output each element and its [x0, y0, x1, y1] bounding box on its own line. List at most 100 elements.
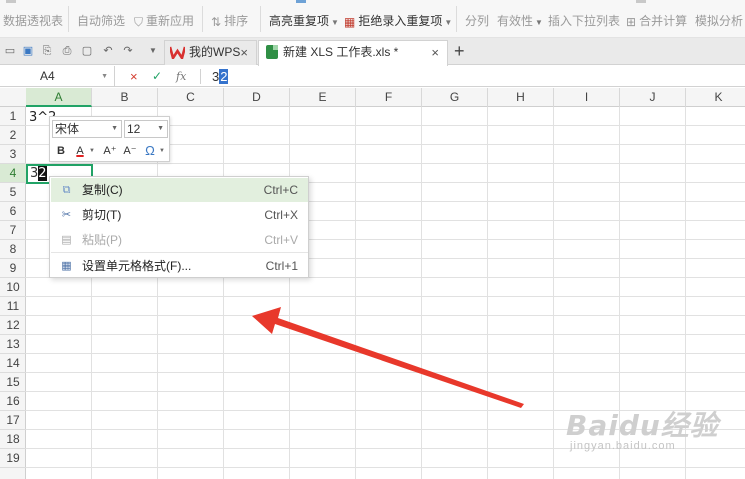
cancel-edit-icon[interactable]: × — [130, 68, 138, 85]
highlight-duplicates-button[interactable]: 高亮重复项 ▼ — [269, 12, 339, 30]
menu-item-format-cells[interactable]: ▦ 设置单元格格式(F)... Ctrl+1 — [51, 254, 308, 278]
row-header-19[interactable]: 19 — [0, 449, 26, 468]
save-icon[interactable]: ▣ — [22, 45, 34, 57]
reapply-icon: ⛉ — [134, 14, 144, 29]
ribbon-divider — [260, 6, 261, 32]
row-header-7[interactable]: 7 — [0, 221, 26, 240]
grid-row-line — [26, 296, 745, 297]
consolidate-button[interactable]: ⊞ 合并计算 — [626, 12, 687, 30]
paste-icon: ▤ — [61, 234, 72, 246]
symbol-dropdown-icon[interactable]: ▼ — [158, 142, 166, 160]
menu-item-copy[interactable]: ⧉ 复制(C) Ctrl+C — [51, 178, 308, 202]
row-header-6[interactable]: 6 — [0, 202, 26, 221]
formula-input[interactable]: 32 — [212, 68, 229, 85]
menu-divider — [51, 252, 308, 253]
export-icon[interactable]: ⎘ — [41, 45, 53, 57]
row-header-5[interactable]: 5 — [0, 183, 26, 202]
column-header-h[interactable]: H — [488, 88, 554, 107]
sort-button[interactable]: ⇅ 排序 — [211, 12, 248, 30]
menu-item-paste[interactable]: ▤ 粘贴(P) Ctrl+V — [51, 228, 308, 252]
grid-row-line — [26, 353, 745, 354]
grid-row-line — [26, 315, 745, 316]
pivot-table-button[interactable]: 数据透视表 — [3, 12, 63, 30]
column-header-k[interactable]: K — [686, 88, 745, 107]
column-header-d[interactable]: D — [224, 88, 290, 107]
name-box[interactable]: A4 ▼ — [0, 66, 115, 87]
font-size-select[interactable]: 12 ▼ — [124, 120, 168, 138]
grid-row-line — [26, 467, 745, 468]
split-column-button[interactable]: 分列 — [465, 12, 489, 30]
grid-row-line — [26, 391, 745, 392]
insert-dropdown-list-button[interactable]: 插入下拉列表 — [548, 12, 620, 30]
grid-row-line — [26, 163, 745, 164]
reject-duplicates-icon: ▦ — [344, 14, 356, 29]
ribbon-toolbar: 数据透视表 自动筛选 ⛉ 重新应用 ⇅ 排序 高亮重复项 ▼ ▦ 拒绝录入重复项 ▼ 分列… — [0, 0, 745, 38]
formula-bar: A4 ▼ × ✓ fx 32 — [0, 66, 745, 87]
special-symbol-button[interactable]: Ω — [143, 142, 157, 160]
font-name-select[interactable]: 宋体 ▼ — [52, 120, 122, 138]
close-tab-icon[interactable]: × — [431, 41, 439, 64]
row-header-1[interactable]: 1 — [0, 107, 26, 126]
print-icon[interactable]: ⎙ — [61, 45, 73, 57]
row-header-3[interactable]: 3 — [0, 145, 26, 164]
row-header-13[interactable]: 13 — [0, 335, 26, 354]
decrease-font-button[interactable]: A⁻ — [122, 142, 138, 160]
cut-icon: ✂ — [61, 209, 72, 221]
redo-icon[interactable]: ↷ — [122, 45, 134, 57]
column-header-j[interactable]: J — [620, 88, 686, 107]
what-if-analysis-button[interactable]: 模拟分析 — [695, 12, 743, 30]
row-headers: 1 2 3 4 5 6 7 8 9 10 11 12 13 14 15 16 17 18 19 — [0, 107, 26, 479]
document-tab-bar: ▭ ▣ ⎘ ⎙ ▢ ↶ ↷ ▼ 我的WPS × 新建 XLS 工作表.xls *… — [0, 38, 745, 66]
column-header-i[interactable]: I — [554, 88, 620, 107]
column-header-a[interactable]: A — [26, 88, 92, 107]
auto-filter-button[interactable]: 自动筛选 — [77, 12, 125, 30]
insert-function-icon[interactable]: fx — [176, 68, 186, 85]
row-header-9[interactable]: 9 — [0, 259, 26, 278]
customize-dropdown-icon[interactable]: ▼ — [147, 45, 159, 57]
row-header-14[interactable]: 14 — [0, 354, 26, 373]
cell-a4[interactable]: 32 — [30, 166, 47, 182]
column-header-f[interactable]: F — [356, 88, 422, 107]
row-header-15[interactable]: 15 — [0, 373, 26, 392]
preview-icon[interactable]: ▢ — [81, 45, 93, 57]
wps-logo-icon — [170, 46, 185, 59]
font-color-dropdown-icon[interactable]: ▼ — [88, 142, 96, 160]
format-cells-icon: ▦ — [61, 260, 72, 272]
reapply-button[interactable]: ⛉ 重新应用 — [134, 12, 194, 30]
row-header-4[interactable]: 4 — [0, 164, 26, 183]
consolidate-icon: ⊞ — [626, 14, 637, 29]
ribbon-divider — [456, 6, 457, 32]
tab-xls-sheet[interactable]: 新建 XLS 工作表.xls * × — [258, 40, 448, 66]
row-header-11[interactable]: 11 — [0, 297, 26, 316]
validation-button[interactable]: 有效性 ▼ — [497, 12, 543, 30]
formula-divider — [200, 69, 201, 84]
row-header-10[interactable]: 10 — [0, 278, 26, 297]
close-tab-icon[interactable]: × — [240, 41, 248, 64]
new-tab-button[interactable]: + — [454, 41, 465, 61]
ribbon-overflow-mark — [296, 0, 306, 3]
reject-duplicates-button[interactable]: ▦ 拒绝录入重复项 ▼ — [344, 12, 452, 30]
bold-button[interactable]: B — [54, 142, 68, 160]
column-header-e[interactable]: E — [290, 88, 356, 107]
undo-icon[interactable]: ↶ — [102, 45, 114, 57]
confirm-edit-icon[interactable]: ✓ — [152, 68, 162, 85]
font-color-button[interactable]: A — [73, 142, 87, 160]
column-header-g[interactable]: G — [422, 88, 488, 107]
ribbon-overflow-mark — [6, 0, 16, 3]
chevron-down-icon: ▼ — [535, 18, 543, 27]
tab-my-wps[interactable]: 我的WPS × — [164, 40, 257, 65]
menu-item-cut[interactable]: ✂ 剪切(T) Ctrl+X — [51, 203, 308, 227]
row-header-8[interactable]: 8 — [0, 240, 26, 259]
column-header-b[interactable]: B — [92, 88, 158, 107]
row-header-17[interactable]: 17 — [0, 411, 26, 430]
open-folder-icon[interactable]: ▭ — [4, 45, 16, 57]
row-header-12[interactable]: 12 — [0, 316, 26, 335]
grid-row-line — [26, 334, 745, 335]
row-header-18[interactable]: 18 — [0, 430, 26, 449]
row-header-2[interactable]: 2 — [0, 126, 26, 145]
chevron-down-icon: ▼ — [444, 18, 453, 27]
increase-font-button[interactable]: A⁺ — [102, 142, 118, 160]
column-header-c[interactable]: C — [158, 88, 224, 107]
row-header-16[interactable]: 16 — [0, 392, 26, 411]
sort-icon: ⇅ — [211, 14, 222, 29]
